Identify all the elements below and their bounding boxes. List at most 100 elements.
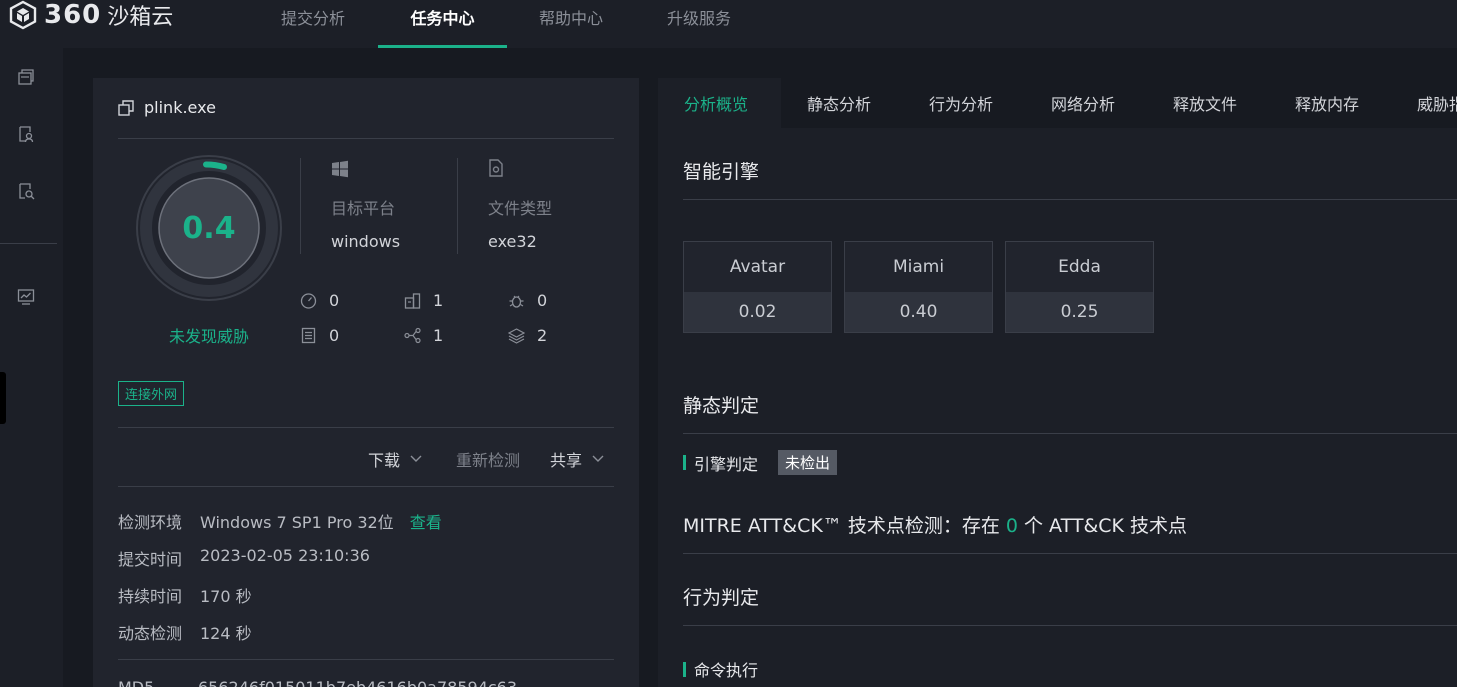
mitre-prefix: MITRE ATT&CK™ 技术点检测：存在: [683, 515, 1006, 537]
stat-network: 1: [404, 326, 443, 345]
platform-value: windows: [331, 232, 401, 251]
verdict-text: 未发现威胁: [168, 327, 249, 346]
logo-number: 360: [44, 0, 102, 30]
bug-icon: [509, 295, 524, 308]
accent-bar: [683, 455, 686, 470]
engine-name: Avatar: [729, 257, 786, 277]
rail-collapse-handle[interactable]: [0, 372, 6, 424]
tab-threat-indicators[interactable]: 威胁指标: [1391, 78, 1457, 128]
command-exec-label: 命令执行: [694, 661, 759, 680]
duration-label: 持续时间: [118, 587, 183, 606]
engines-title: 智能引擎: [683, 161, 760, 183]
stat-value: 0: [329, 326, 340, 345]
platform-label: 目标平台: [331, 199, 396, 218]
logo-name: 沙箱云: [107, 5, 174, 30]
share-label: 共享: [550, 451, 583, 470]
mitre-count: 0: [1005, 515, 1018, 537]
gauge-icon: [300, 293, 317, 309]
duration-value: 170 秒: [200, 587, 252, 606]
copy-window-icon[interactable]: [17, 68, 35, 86]
engine-score: 0.02: [684, 292, 831, 332]
file-copy-icon[interactable]: [118, 99, 134, 116]
engine-name: Miami: [892, 257, 945, 277]
connect-internet-tag: 连接外网: [118, 381, 185, 406]
tab-network[interactable]: 网络分析: [1025, 78, 1141, 128]
tab-dropped-files[interactable]: 释放文件: [1147, 78, 1263, 128]
analysis-panel: 分析概览 静态分析 行为分析 网络分析 释放文件 释放内存 威胁指标 智能引擎 …: [658, 78, 1457, 687]
rail-divider: [0, 243, 57, 244]
threat-score: 0.4: [182, 210, 236, 246]
env-text: Windows 7 SP1 Pro 32位: [200, 513, 394, 532]
file-gear-icon: [489, 159, 503, 177]
download-label: 下载: [368, 451, 401, 470]
stat-gauge: 0: [300, 291, 339, 310]
divider: [683, 199, 1457, 200]
meta-separator: [457, 158, 458, 254]
stat-layers: 2: [508, 326, 547, 345]
status-badge: 未检出: [778, 450, 838, 475]
windows-icon: [332, 160, 348, 178]
logo[interactable]: 360 沙箱云: [8, 0, 173, 30]
dynamic-label: 动态检测: [118, 624, 183, 643]
dynamic-value: 124 秒: [200, 624, 252, 643]
share-dropdown[interactable]: 共享: [550, 447, 604, 471]
user-search-icon[interactable]: [17, 125, 35, 143]
env-value: Windows 7 SP1 Pro 32位 查看: [200, 509, 442, 533]
left-rail: [0, 48, 63, 687]
analysis-tabs: 分析概览 静态分析 行为分析 网络分析 释放文件 释放内存 威胁指标: [658, 78, 1457, 128]
behavior-title: 行为判定: [683, 587, 760, 609]
tab-static[interactable]: 静态分析: [781, 78, 897, 128]
nav-task-center[interactable]: 任务中心: [378, 0, 507, 48]
divider: [118, 486, 614, 487]
chart-monitor-icon[interactable]: [17, 288, 35, 306]
top-navbar: 360 沙箱云 提交分析 任务中心 帮助中心 升级服务: [0, 0, 1457, 48]
stat-value: 2: [537, 326, 548, 345]
nav-help-center[interactable]: 帮助中心: [522, 0, 620, 48]
engine-score: 0.40: [845, 292, 992, 332]
stat-value: 0: [329, 291, 340, 310]
rescan-button[interactable]: 重新检测: [456, 447, 520, 471]
divider: [118, 427, 614, 428]
nav-submit-analysis[interactable]: 提交分析: [264, 0, 362, 48]
download-dropdown[interactable]: 下载: [368, 447, 422, 471]
engine-verdict-row: 引擎判定 未检出: [683, 450, 838, 475]
engine-card-miami: Miami 0.40: [844, 241, 993, 333]
engine-score: 0.25: [1006, 292, 1153, 332]
stat-value: 1: [433, 291, 444, 310]
stat-bug: 0: [508, 291, 547, 310]
tab-overview[interactable]: 分析概览: [658, 78, 781, 128]
filetype-label: 文件类型: [488, 199, 553, 218]
file-summary-panel: plink.exe 0.4 未发现威胁 目标平台 windows 文件类型 ex…: [93, 78, 639, 687]
command-exec-row: 命令执行: [683, 657, 758, 681]
document-icon: [301, 327, 316, 344]
stat-value: 1: [433, 326, 444, 345]
divider: [683, 433, 1457, 434]
chevron-down-icon: [592, 455, 604, 462]
engine-verdict-label: 引擎判定: [694, 454, 759, 474]
list-search-icon[interactable]: [17, 182, 35, 200]
engine-name: Edda: [1058, 257, 1101, 277]
engine-card-avatar: Avatar 0.02: [683, 241, 832, 333]
file-name: plink.exe: [144, 98, 216, 117]
stat-value: 0: [537, 291, 548, 310]
stat-document: 0: [300, 326, 339, 345]
layers-icon: [508, 328, 525, 344]
submit-time-label: 提交时间: [118, 550, 183, 569]
chevron-down-icon: [410, 455, 422, 462]
network-icon: [404, 327, 421, 344]
accent-bar: [683, 661, 686, 677]
building-icon: [404, 293, 421, 309]
md5-label: MD5: [118, 678, 154, 687]
nav-upgrade[interactable]: 升级服务: [650, 0, 748, 48]
env-label: 检测环境: [118, 513, 183, 532]
view-env-link[interactable]: 查看: [410, 513, 442, 532]
tab-behavior[interactable]: 行为分析: [903, 78, 1019, 128]
divider: [683, 625, 1457, 626]
divider: [683, 553, 1457, 554]
mitre-summary: MITRE ATT&CK™ 技术点检测：存在 0 个 ATT&CK 技术点: [683, 511, 1187, 538]
md5-value: 656246f015011b7eb4616b0a78594c63: [198, 678, 517, 687]
tab-dropped-memory[interactable]: 释放内存: [1269, 78, 1385, 128]
meta-separator: [300, 158, 301, 254]
divider: [118, 138, 614, 139]
mitre-suffix: 个 ATT&CK 技术点: [1017, 515, 1188, 537]
